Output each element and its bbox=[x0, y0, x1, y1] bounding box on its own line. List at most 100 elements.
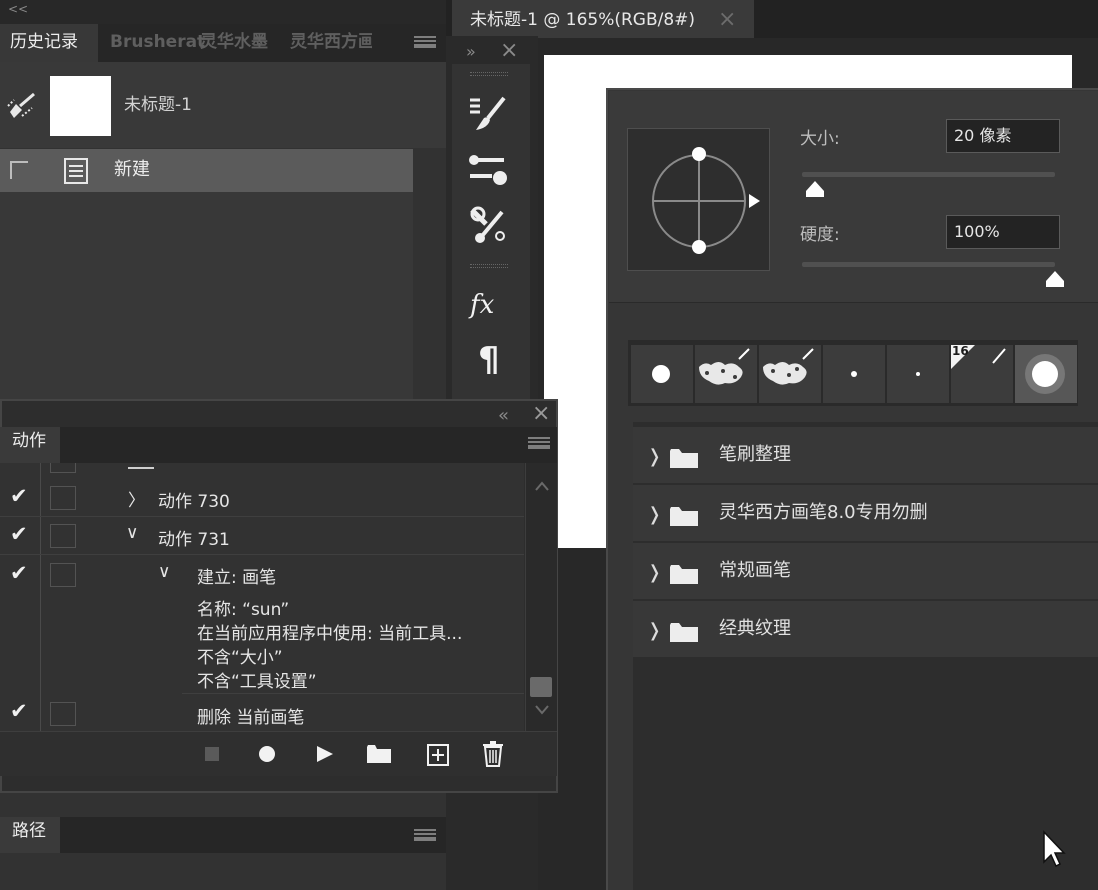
folder-icon bbox=[669, 505, 699, 527]
chevron-right-icon[interactable]: ❭ bbox=[647, 504, 662, 525]
document-tab[interactable]: 未标题-1 @ 165%(RGB/8#) × bbox=[452, 0, 754, 38]
panel-menu-icon[interactable] bbox=[528, 437, 550, 449]
scroll-up-icon[interactable] bbox=[535, 481, 549, 491]
panel-menu-icon[interactable] bbox=[414, 829, 436, 841]
dialog-toggle[interactable] bbox=[50, 702, 76, 726]
actions-footer bbox=[0, 731, 557, 776]
folder-name: 笔刷整理 bbox=[719, 444, 791, 465]
close-dock-button[interactable]: × bbox=[500, 38, 518, 63]
history-tabbar: 历史记录 Brusherat 灵华水墨 灵华西方画 bbox=[0, 24, 446, 62]
actions-tabbar bbox=[0, 427, 557, 463]
action-step[interactable]: ✔ ∨ 建立: 画笔 名称: “sun” 在当前应用程序中使用: 当前工具...… bbox=[0, 555, 524, 695]
close-panel-button[interactable]: × bbox=[532, 401, 550, 426]
stop-icon[interactable] bbox=[205, 747, 219, 761]
collapse-icon[interactable]: ∨ bbox=[126, 523, 138, 543]
folder-name: 经典纹理 bbox=[719, 618, 791, 639]
panel-menu-icon[interactable] bbox=[414, 36, 436, 48]
fx-styles-icon[interactable]: fx bbox=[470, 290, 494, 320]
step-detail-line: 名称: “sun” bbox=[197, 600, 290, 620]
folder-icon bbox=[669, 621, 699, 643]
dialog-toggle[interactable] bbox=[50, 486, 76, 510]
scroll-down-icon[interactable] bbox=[535, 705, 549, 715]
brush-folder[interactable]: ❭ 灵华西方画笔8.0专用勿删 bbox=[633, 485, 1098, 541]
document-icon bbox=[62, 157, 90, 185]
document-tab-title: 未标题-1 @ 165%(RGB/8#) bbox=[470, 10, 696, 30]
record-icon[interactable] bbox=[258, 745, 276, 763]
action-step[interactable]: ✔ 删除 当前画笔 bbox=[0, 695, 524, 733]
step-detail-line: 不含“大小” bbox=[197, 648, 283, 668]
brush-folder[interactable]: ❭ 笔刷整理 bbox=[633, 427, 1098, 483]
dock-icon-column: fx ¶ bbox=[452, 64, 530, 400]
tab-brusherat[interactable]: Brusherat bbox=[110, 24, 205, 62]
hardness-slider[interactable] bbox=[802, 262, 1055, 267]
folder-name: 常规画笔 bbox=[719, 560, 791, 581]
action-label: 动作 730 bbox=[158, 492, 230, 512]
dock-grip[interactable] bbox=[470, 264, 508, 268]
tab-paths[interactable]: 路径 bbox=[0, 817, 60, 853]
dock-grip[interactable] bbox=[470, 72, 508, 76]
history-item-new[interactable]: 新建 bbox=[0, 149, 413, 192]
chevron-right-icon[interactable]: ❭ bbox=[647, 446, 662, 467]
action-label: 动作 731 bbox=[158, 530, 230, 550]
collapse-panel-button[interactable]: << bbox=[8, 2, 28, 16]
checkmark-icon[interactable]: ✔ bbox=[10, 561, 32, 585]
action-row[interactable]: ✔ 〉 动作 730 bbox=[0, 479, 524, 517]
tool-presets-icon[interactable] bbox=[468, 206, 508, 246]
history-panel-header: << bbox=[0, 0, 446, 24]
expand-panels-button[interactable]: » bbox=[466, 42, 476, 61]
brush-swatch[interactable] bbox=[759, 345, 821, 403]
brush-folder[interactable]: ❭ 常规画笔 bbox=[633, 543, 1098, 599]
brush-swatch[interactable] bbox=[887, 345, 949, 403]
brush-swatch[interactable]: 16 bbox=[951, 344, 1013, 403]
hardness-slider-thumb[interactable] bbox=[1044, 270, 1066, 288]
hardness-input[interactable]: 100% bbox=[946, 215, 1060, 249]
brush-folder[interactable]: ❭ 经典纹理 bbox=[633, 601, 1098, 657]
play-icon[interactable] bbox=[315, 744, 335, 764]
brush-swatch-selected[interactable] bbox=[1015, 345, 1077, 403]
action-row[interactable]: ✔ ∨ 动作 731 bbox=[0, 517, 524, 555]
checkmark-icon[interactable]: ✔ bbox=[10, 484, 32, 508]
paragraph-icon[interactable]: ¶ bbox=[478, 340, 500, 380]
brush-swatch[interactable] bbox=[631, 345, 693, 403]
brush-presets-icon[interactable] bbox=[468, 152, 508, 192]
scrollbar-thumb[interactable] bbox=[530, 677, 552, 697]
new-set-folder-icon[interactable] bbox=[366, 744, 392, 764]
collapse-panel-button[interactable]: « bbox=[498, 405, 509, 426]
step-details: 名称: “sun” 在当前应用程序中使用: 当前工具... 不含“大小” 不含“… bbox=[182, 593, 524, 694]
paths-tabbar bbox=[0, 817, 446, 853]
close-document-icon[interactable]: × bbox=[718, 0, 736, 40]
brush-angle-preview[interactable] bbox=[627, 128, 770, 271]
folder-icon bbox=[669, 447, 699, 469]
brush-settings-icon[interactable] bbox=[468, 94, 508, 134]
collapse-icon[interactable]: ∨ bbox=[158, 562, 170, 582]
checkmark-icon[interactable]: ✔ bbox=[10, 699, 32, 723]
expand-icon[interactable]: 〉 bbox=[128, 486, 145, 511]
tab-history[interactable]: 历史记录 bbox=[0, 24, 98, 62]
dialog-toggle[interactable] bbox=[50, 563, 76, 587]
step-detail-line: 不含“工具设置” bbox=[197, 672, 317, 692]
checkmark-icon[interactable]: ✔ bbox=[10, 522, 32, 546]
dialog-toggle[interactable] bbox=[50, 463, 76, 473]
snapshot-label: 未标题-1 bbox=[124, 95, 192, 115]
brush-swatch[interactable] bbox=[695, 345, 757, 403]
size-slider-thumb[interactable] bbox=[804, 180, 826, 198]
folder-name: 灵华西方画笔8.0专用勿删 bbox=[719, 502, 928, 523]
action-step-label: 建立: 画笔 bbox=[197, 568, 277, 588]
history-source-toggle[interactable] bbox=[10, 161, 28, 179]
history-snapshot-row[interactable]: 未标题-1 bbox=[0, 62, 446, 148]
tab-linghua-western[interactable]: 灵华西方画 bbox=[290, 24, 372, 62]
dialog-toggle[interactable] bbox=[50, 524, 76, 548]
chevron-right-icon[interactable]: ❭ bbox=[647, 620, 662, 641]
step-detail-line: 在当前应用程序中使用: 当前工具... bbox=[197, 624, 463, 644]
size-input[interactable]: 20 像素 bbox=[946, 119, 1060, 153]
tab-actions[interactable]: 动作 bbox=[0, 427, 60, 463]
chevron-right-icon[interactable]: ❭ bbox=[647, 562, 662, 583]
size-slider[interactable] bbox=[802, 172, 1055, 177]
new-action-icon[interactable] bbox=[426, 743, 450, 767]
actions-scrollbar[interactable] bbox=[525, 463, 557, 731]
delete-icon[interactable] bbox=[482, 741, 504, 767]
hardness-label: 硬度: bbox=[800, 225, 840, 245]
tab-linghua-ink[interactable]: 灵华水墨 bbox=[200, 24, 268, 62]
brush-swatch[interactable] bbox=[823, 345, 885, 403]
history-brush-icon[interactable] bbox=[6, 90, 38, 122]
